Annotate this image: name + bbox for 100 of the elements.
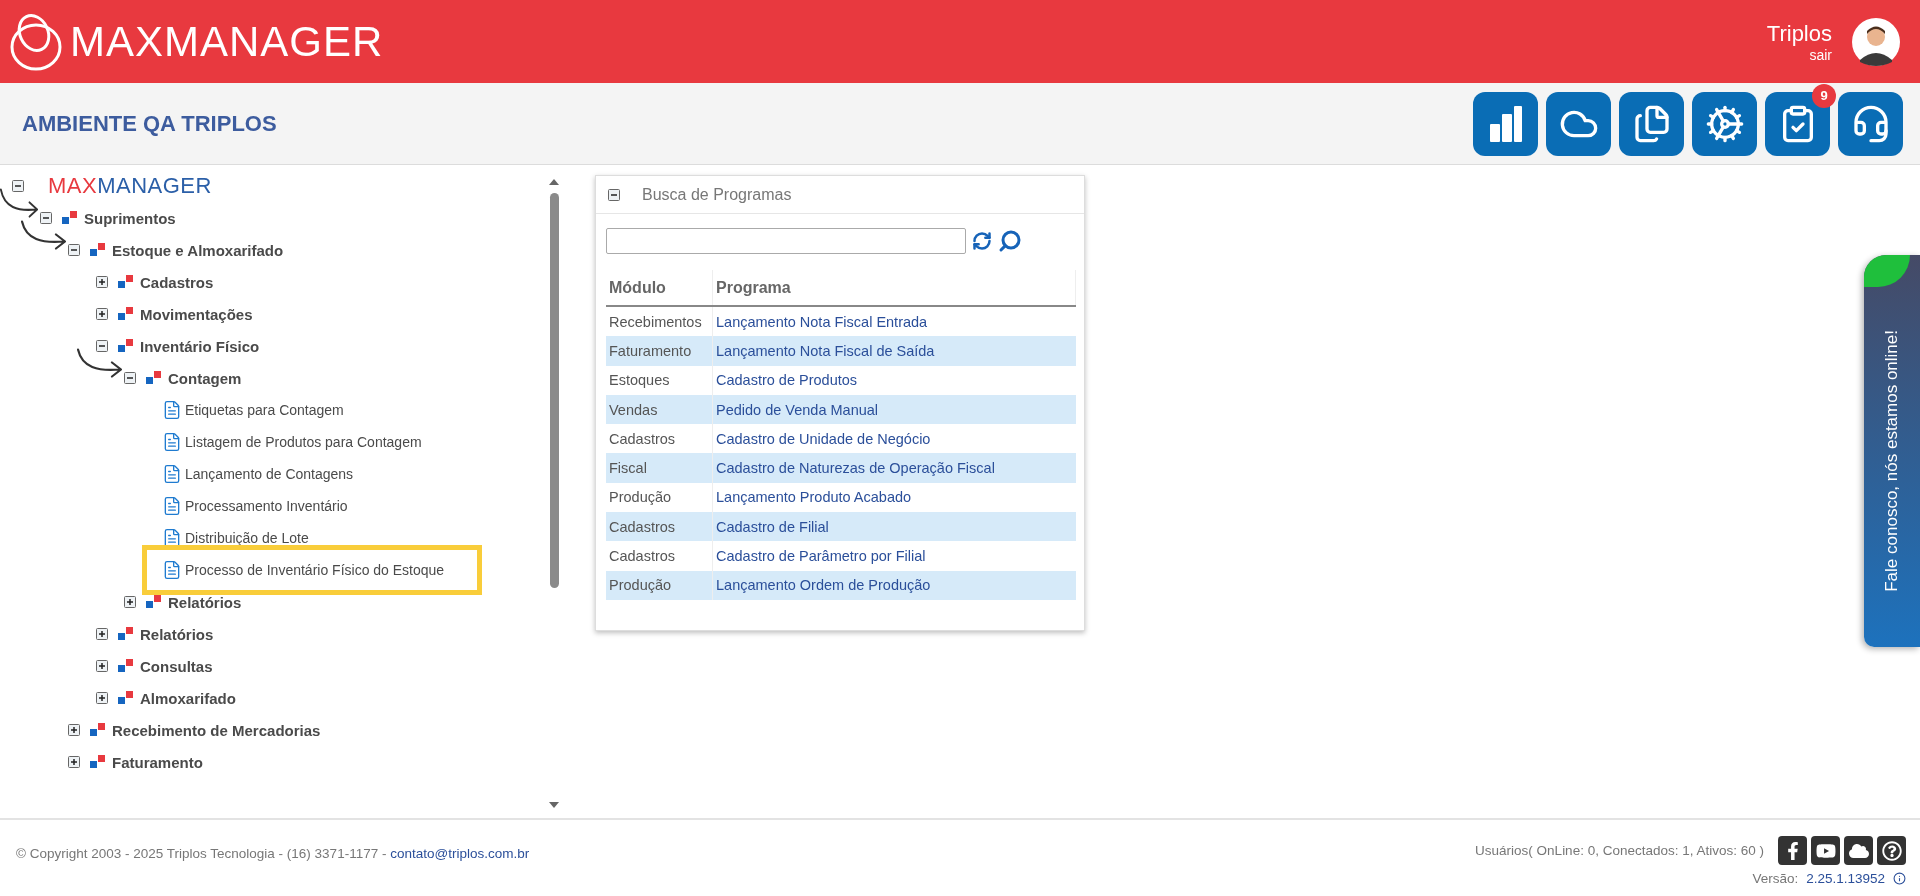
social-link[interactable] [1811, 836, 1840, 865]
module-cell: Cadastros [606, 424, 713, 454]
tree-program[interactable]: Lançamento de Contagens [185, 466, 354, 482]
program-link[interactable]: Cadastro de Naturezas de Operação Fiscal [712, 453, 1076, 483]
module-cell: Cadastros [606, 512, 713, 542]
users-status: Usuários( OnLine: 0, Conectados: 1, Ativos: 60 ) [1475, 843, 1764, 858]
social-link[interactable] [1778, 836, 1807, 865]
tree-folder[interactable]: Estoque e Almoxarifado [112, 241, 284, 259]
tree-folder[interactable]: Consultas [140, 657, 213, 675]
version-label: Versão: [1752, 871, 1799, 886]
program-link[interactable]: Lançamento Nota Fiscal de Saída [712, 336, 1076, 366]
refresh-button[interactable] [972, 231, 992, 251]
toolbar-button[interactable] [1546, 91, 1611, 156]
document-icon [162, 400, 182, 420]
toolbar-button[interactable] [1619, 91, 1684, 156]
social-link[interactable] [1844, 836, 1873, 865]
expand-icon[interactable] [68, 724, 80, 736]
module-cell: Produção [606, 482, 713, 513]
avatar[interactable] [1852, 17, 1900, 66]
module-cell: Estoques [606, 365, 713, 395]
program-link[interactable]: Cadastro de Unidade de Negócio [712, 424, 1076, 454]
collapse-icon[interactable] [608, 188, 620, 201]
program-link[interactable]: Pedido de Venda Manual [712, 394, 1076, 425]
tree-program[interactable]: Listagem de Produtos para Contagem [185, 434, 422, 450]
program-link[interactable]: Lançamento Ordem de Produção [712, 570, 1076, 600]
module-icon [62, 211, 78, 225]
tree-folder[interactable]: Contagem [168, 369, 242, 387]
tree-folder[interactable]: Almoxarifado [140, 689, 236, 707]
module-icon [146, 371, 162, 385]
program-link[interactable]: Cadastro de Parâmetro por Filial [712, 541, 1076, 571]
tree-program[interactable]: Processamento Inventário [185, 498, 348, 514]
document-icon [162, 464, 182, 484]
expand-icon[interactable] [96, 308, 108, 320]
search-field[interactable] [606, 228, 966, 254]
tree-folder[interactable]: Relatórios [140, 625, 214, 643]
document-icon [162, 432, 182, 452]
module-icon [146, 595, 162, 609]
tree-folder[interactable]: Recebimento de Mercadorias [112, 721, 321, 739]
module-icon [118, 627, 134, 641]
tree-program[interactable]: Etiquetas para Contagem [185, 402, 344, 418]
collapse-icon[interactable] [96, 340, 108, 352]
expand-icon[interactable] [68, 756, 80, 768]
tree-program[interactable]: Processo de Inventário Físico do Estoque [185, 562, 445, 578]
document-icon [162, 528, 182, 548]
notification-badge: 9 [1812, 83, 1836, 108]
chat-tab[interactable]: Fale conosco, nós estamos online! [1864, 255, 1920, 647]
program-link[interactable]: Lançamento Produto Acabado [712, 482, 1076, 513]
copyright-text: © Copyright 2003 - 2025 Triplos Tecnologia - (16) 3371-1177 - contato@triplos.com.br [16, 845, 530, 861]
module-icon [90, 723, 106, 737]
program-link[interactable]: Lançamento Nota Fiscal Entrada [712, 306, 1076, 337]
panel-title: Busca de Programas [642, 185, 792, 204]
toolbar-button[interactable] [1838, 91, 1903, 156]
module-cell: Faturamento [606, 336, 713, 366]
social-link[interactable] [1877, 836, 1906, 865]
module-icon [118, 659, 134, 673]
collapse-icon[interactable] [40, 212, 52, 224]
expand-icon[interactable] [96, 660, 108, 672]
module-icon [118, 307, 134, 321]
module-icon [90, 755, 106, 769]
toolbar-button[interactable] [1765, 91, 1830, 156]
version-number: 2.25.1.13952 [1806, 871, 1885, 886]
document-icon [162, 560, 182, 580]
document-icon [162, 496, 182, 516]
tree-folder[interactable]: Inventário Físico [140, 337, 260, 355]
tree-root[interactable]: MAXMANAGER [34, 173, 212, 199]
tree-folder[interactable]: Cadastros [140, 273, 214, 291]
toolbar-button[interactable] [1473, 91, 1538, 156]
program-link[interactable]: Cadastro de Produtos [712, 365, 1076, 395]
program-link[interactable]: Cadastro de Filial [712, 512, 1076, 542]
collapse-icon[interactable] [124, 372, 136, 384]
toolbar-button[interactable] [1692, 91, 1757, 156]
environment-title: AMBIENTE QA TRIPLOS [22, 110, 277, 137]
tree-folder[interactable]: Suprimentos [84, 209, 176, 227]
tree-folder[interactable]: Relatórios [168, 593, 242, 611]
help-icon [1881, 840, 1902, 861]
email-link[interactable]: contato@triplos.com.br [390, 845, 530, 861]
expand-icon[interactable] [96, 628, 108, 640]
module-cell: Produção [606, 570, 713, 600]
gear-icon [1704, 103, 1745, 144]
user-name: Triplos [1766, 20, 1832, 47]
tree-program[interactable]: Distribuição de Lote [185, 530, 309, 546]
search-button[interactable] [998, 229, 1022, 253]
tree-folder[interactable]: Faturamento [112, 753, 203, 771]
module-cell: Fiscal [606, 453, 713, 483]
expand-icon[interactable] [96, 276, 108, 288]
module-icon [90, 243, 106, 257]
info-icon[interactable] [1893, 872, 1906, 885]
module-cell: Cadastros [606, 541, 713, 571]
module-icon [118, 339, 134, 353]
tree-folder[interactable]: Movimentações [140, 305, 253, 323]
module-cell: Vendas [606, 394, 713, 425]
logout-link[interactable]: sair [1809, 46, 1832, 63]
module-cell: Recebimentos [606, 306, 713, 337]
module-icon [118, 691, 134, 705]
collapse-icon[interactable] [12, 180, 24, 192]
expand-icon[interactable] [124, 596, 136, 608]
collapse-icon[interactable] [68, 244, 80, 256]
brand-name: MAXMANAGER [70, 17, 384, 66]
module-icon [118, 275, 134, 289]
expand-icon[interactable] [96, 692, 108, 704]
